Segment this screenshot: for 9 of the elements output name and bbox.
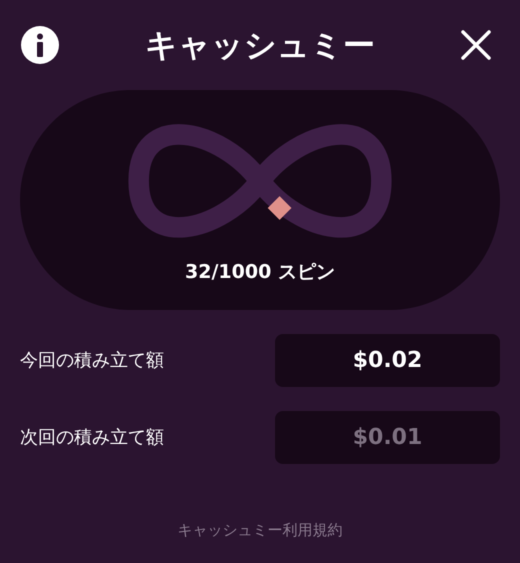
info-icon[interactable]	[20, 25, 60, 65]
amount-field: $0.02	[275, 334, 500, 387]
terms-link[interactable]: キャッシュミー利用規約	[178, 518, 342, 541]
amount-field: $0.01	[275, 411, 500, 464]
spin-count: 32/1000 スピン	[185, 260, 335, 284]
row-label: 今回の積み立て額	[20, 349, 164, 373]
row-label: 次回の積み立て額	[20, 426, 164, 450]
close-icon[interactable]	[460, 29, 492, 61]
window-title: キャッシュミー	[145, 25, 375, 66]
